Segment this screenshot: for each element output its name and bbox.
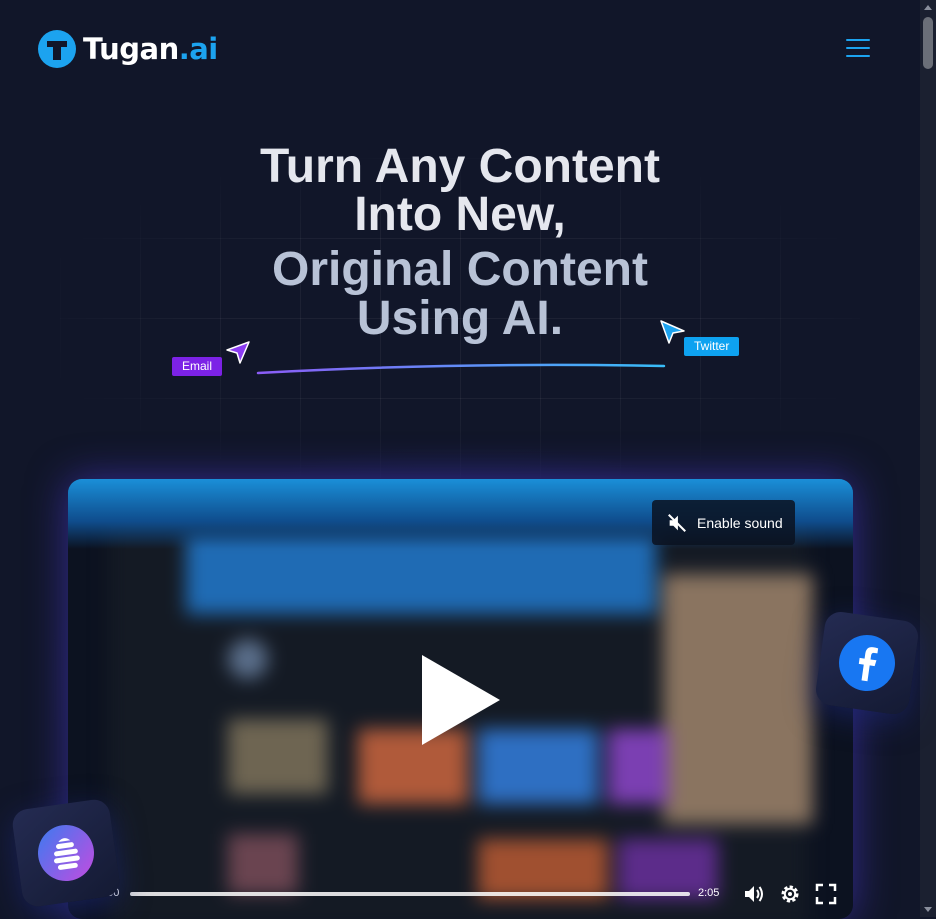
beehive-icon xyxy=(34,821,98,885)
headline-line-3: Original Content xyxy=(272,243,648,296)
fullscreen-icon[interactable] xyxy=(814,882,838,906)
hive-badge xyxy=(10,797,122,909)
muted-speaker-icon xyxy=(668,513,686,532)
cursor-pointer-icon xyxy=(660,320,685,344)
scroll-up-arrow[interactable] xyxy=(920,0,936,16)
cursor-pointer-icon xyxy=(226,341,250,364)
logo-icon xyxy=(38,30,76,68)
video-player[interactable]: Enable sound 0:00 2:05 xyxy=(68,479,853,919)
headline-underline xyxy=(256,363,666,375)
play-icon[interactable] xyxy=(422,655,500,745)
page-scrollbar[interactable] xyxy=(920,0,936,917)
facebook-badge xyxy=(813,609,921,717)
headline-line-1: Turn Any Content xyxy=(260,140,660,193)
hero-headline: Turn Any Content Into New, Original Cont… xyxy=(160,142,760,344)
video-controls: 0:00 2:05 xyxy=(68,877,853,913)
email-tag: Email xyxy=(172,357,223,376)
progress-bar[interactable] xyxy=(130,892,690,896)
enable-sound-label: Enable sound xyxy=(697,514,783,531)
logo-link[interactable]: Tugan.ai xyxy=(38,30,218,68)
scroll-down-arrow[interactable] xyxy=(920,901,936,917)
volume-icon[interactable] xyxy=(742,882,766,906)
gear-icon[interactable] xyxy=(778,882,802,906)
scroll-thumb[interactable] xyxy=(923,17,933,69)
enable-sound-button[interactable]: Enable sound xyxy=(652,500,795,545)
twitter-tag: Twitter xyxy=(684,337,740,356)
facebook-icon xyxy=(835,631,899,695)
headline-line-2: Into New, xyxy=(354,188,566,241)
logo-text: Tugan.ai xyxy=(83,32,218,66)
hamburger-menu-button[interactable] xyxy=(846,39,870,59)
total-time: 2:05 xyxy=(698,887,720,899)
